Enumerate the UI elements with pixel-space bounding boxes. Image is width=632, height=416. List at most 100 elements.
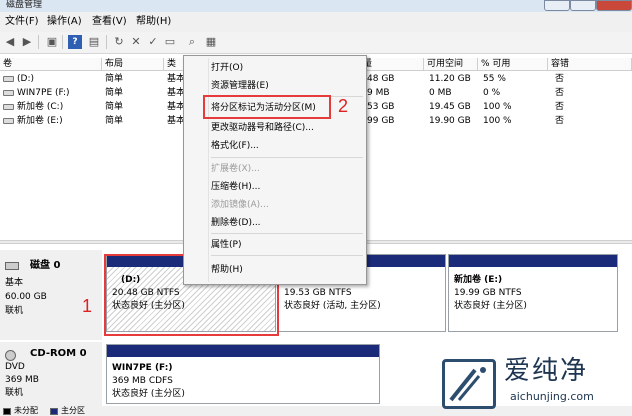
maximize-button[interactable] bbox=[570, 0, 596, 11]
highlight-box-menu-item bbox=[203, 95, 331, 119]
ft-cell: 否 bbox=[555, 74, 565, 84]
free-cell: 0 MB bbox=[429, 88, 452, 98]
menu-action[interactable]: 操作(A) bbox=[47, 15, 82, 29]
column-header-free[interactable]: 可用空间 bbox=[424, 58, 478, 71]
layout-cell: 简单 bbox=[105, 116, 124, 126]
drive-icon bbox=[3, 103, 14, 110]
context-menu: 打开(O) 资源管理器(E) 将分区标记为活动分区(M) 更改驱动器号和路径(C… bbox=[183, 55, 367, 285]
disk-status: 联机 bbox=[5, 388, 24, 398]
volume-name: 新加卷 (C:) bbox=[17, 102, 64, 112]
watermark-text: 爱纯净 bbox=[504, 356, 589, 386]
menu-item-explorer[interactable]: 资源管理器(E) bbox=[211, 80, 269, 92]
volume-name: (D:) bbox=[17, 74, 34, 84]
open-folder-icon[interactable]: ▭ bbox=[163, 35, 177, 49]
type-cell: 基本 bbox=[167, 102, 186, 112]
disk-size: 60.00 GB bbox=[5, 292, 47, 302]
toolbar-separator bbox=[38, 35, 39, 49]
forward-arrow-icon[interactable]: ▶ bbox=[20, 35, 34, 49]
window-title: 磁盘管理 bbox=[6, 0, 43, 10]
layout-cell: 简单 bbox=[105, 102, 124, 112]
annotation-marker-2: 2 bbox=[338, 96, 349, 116]
menu-item-help[interactable]: 帮助(H) bbox=[211, 264, 243, 276]
menu-view[interactable]: 查看(V) bbox=[92, 15, 127, 29]
check-icon[interactable]: ✓ bbox=[146, 35, 160, 49]
cdrom-0-label[interactable]: CD-ROM 0 DVD 369 MB 联机 bbox=[0, 342, 102, 406]
delete-icon[interactable]: ✕ bbox=[129, 35, 143, 49]
free-cell: 19.45 GB bbox=[429, 102, 471, 112]
properties-icon[interactable]: ▤ bbox=[87, 35, 101, 49]
back-arrow-icon[interactable]: ◀ bbox=[3, 35, 17, 49]
capacity-cell: 99 GB bbox=[367, 116, 395, 126]
partition-fs: 19.99 GB NTFS bbox=[454, 288, 522, 298]
menu-item-extend: 扩展卷(X)... bbox=[211, 164, 260, 174]
close-button[interactable] bbox=[596, 0, 632, 11]
table-row[interactable]: 新加卷 (C:) bbox=[0, 101, 102, 114]
disk-type: 基本 bbox=[5, 278, 24, 288]
partition-status: 状态良好 (主分区) bbox=[112, 389, 185, 399]
menu-item-shrink[interactable]: 压缩卷(H)... bbox=[211, 181, 260, 193]
type-cell: 基本 bbox=[167, 88, 186, 98]
column-header-pct-free[interactable]: % 可用 bbox=[478, 58, 548, 71]
column-header-fault-tolerance[interactable]: 容错 bbox=[548, 58, 632, 71]
minimize-button[interactable] bbox=[544, 0, 570, 11]
legend-label-primary: 主分区 bbox=[61, 406, 85, 415]
table-row[interactable]: WIN7PE (F:) bbox=[0, 87, 102, 100]
menu-separator bbox=[211, 255, 363, 256]
disk-0-label[interactable]: 磁盘 0 基本 60.00 GB 联机 bbox=[0, 250, 102, 340]
layout-cell: 简单 bbox=[105, 88, 124, 98]
drive-icon bbox=[3, 75, 14, 82]
partition-bar bbox=[449, 255, 617, 267]
type-cell: 基本 bbox=[167, 116, 186, 126]
disk-name: CD-ROM 0 bbox=[30, 348, 87, 359]
capacity-cell: 9 MB bbox=[367, 88, 390, 98]
volume-name: 新加卷 (E:) bbox=[17, 116, 63, 126]
menu-item-delete[interactable]: 删除卷(D)... bbox=[211, 217, 261, 229]
menu-item-add-mirror: 添加镜像(A)... bbox=[211, 200, 269, 210]
menu-item-format[interactable]: 格式化(F)... bbox=[211, 140, 259, 152]
menu-help[interactable]: 帮助(H) bbox=[136, 15, 171, 29]
column-header-volume[interactable]: 卷 bbox=[0, 58, 102, 71]
search-icon[interactable]: ⌕ bbox=[185, 35, 199, 49]
legend-label-unallocated: 未分配 bbox=[14, 406, 38, 415]
help-icon[interactable]: ? bbox=[68, 35, 82, 49]
drive-icon bbox=[3, 89, 14, 96]
ft-cell: 否 bbox=[555, 88, 565, 98]
menu-item-open[interactable]: 打开(O) bbox=[211, 62, 243, 74]
free-cell: 19.90 GB bbox=[429, 116, 471, 126]
watermark-logo bbox=[442, 359, 496, 409]
watermark-url: aichunjing.com bbox=[510, 390, 594, 403]
disk-size: 369 MB bbox=[5, 375, 39, 385]
legend: 未分配 主分区 bbox=[0, 406, 632, 416]
menu-item-properties[interactable]: 属性(P) bbox=[211, 239, 241, 251]
ft-cell: 否 bbox=[555, 116, 565, 126]
type-cell: 基本 bbox=[167, 74, 186, 84]
partition-status: 状态良好 (主分区) bbox=[454, 301, 527, 311]
table-row[interactable]: (D:) bbox=[0, 73, 102, 86]
ft-cell: 否 bbox=[555, 102, 565, 112]
menu-file[interactable]: 文件(F) bbox=[5, 15, 39, 29]
watermark: 爱纯净 aichunjing.com bbox=[430, 355, 632, 409]
disk-status: 联机 bbox=[5, 306, 24, 316]
legend-swatch-unallocated bbox=[3, 408, 11, 415]
menu-separator bbox=[211, 157, 363, 158]
refresh-icon[interactable]: ↻ bbox=[112, 35, 126, 49]
table-row[interactable]: 新加卷 (E:) bbox=[0, 115, 102, 128]
column-header-capacity[interactable]: 量 bbox=[360, 58, 424, 71]
toolbar-separator bbox=[106, 35, 107, 49]
toolbar-separator bbox=[62, 35, 63, 49]
partition-e[interactable]: 新加卷 (E:) 19.99 GB NTFS 状态良好 (主分区) bbox=[448, 254, 618, 332]
partition-fs: 19.53 GB NTFS bbox=[284, 288, 352, 298]
partition-f[interactable]: WIN7PE (F:) 369 MB CDFS 状态良好 (主分区) bbox=[106, 344, 380, 404]
console-icon[interactable]: ▣ bbox=[45, 35, 59, 49]
column-header-layout[interactable]: 布局 bbox=[102, 58, 164, 71]
menu-item-change-letter[interactable]: 更改驱动器号和路径(C)... bbox=[211, 122, 314, 134]
pct-cell: 0 % bbox=[483, 88, 501, 98]
pct-cell: 100 % bbox=[483, 102, 512, 112]
menu-separator bbox=[211, 233, 363, 234]
capacity-cell: 53 GB bbox=[367, 102, 395, 112]
capacity-cell: 48 GB bbox=[367, 74, 395, 84]
disk-icon[interactable]: ▦ bbox=[204, 35, 218, 49]
disk-type: DVD bbox=[5, 362, 25, 372]
menu-bar: 文件(F) 操作(A) 查看(V) 帮助(H) bbox=[0, 12, 632, 32]
partition-status: 状态良好 (活动, 主分区) bbox=[284, 301, 381, 311]
